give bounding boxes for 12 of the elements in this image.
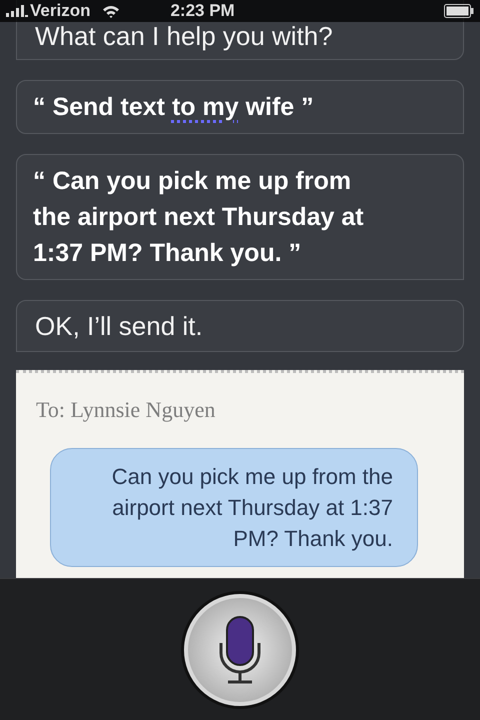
user-speech-bubble: “ Can you pick me up from the airport next Thursday at 1:37 PM? Thank you. ” [16, 154, 464, 280]
siri-response-text: What can I help you with? [35, 21, 333, 51]
battery-icon [444, 4, 474, 18]
siri-response-text: OK, I’ll send it. [35, 311, 203, 341]
wifi-icon [102, 4, 120, 18]
message-bubble: Can you pick me up from the airport next Thursday at 1:37 PM? Thank you. [50, 448, 418, 567]
carrier-name: Verizon [30, 0, 90, 22]
user-speech-bubble: “ Send text to my wife ” [16, 80, 464, 134]
microphone-icon [218, 614, 262, 684]
clock-time: 2:23 PM [170, 0, 235, 22]
recipient-line: To: Lynnsie Nguyen [36, 396, 216, 424]
signal-icon [6, 5, 28, 17]
